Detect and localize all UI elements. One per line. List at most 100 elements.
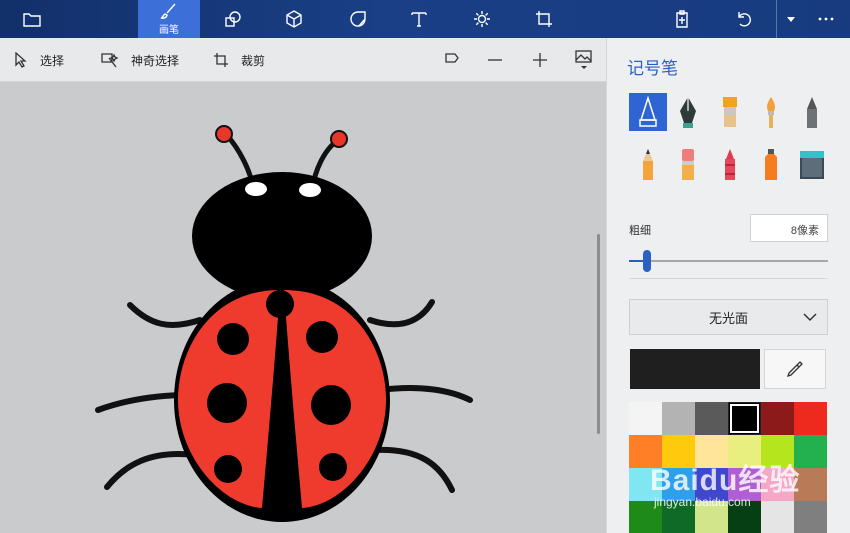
finish-value: 无光面 <box>708 310 748 326</box>
color-swatch[interactable] <box>629 435 662 468</box>
color-swatch[interactable] <box>794 468 827 501</box>
pointer-icon <box>15 52 27 68</box>
magic-select-icon <box>101 53 119 68</box>
color-swatch[interactable] <box>662 402 695 435</box>
brush-pencil[interactable] <box>629 145 667 183</box>
tab-canvas[interactable] <box>526 0 562 38</box>
brush-spray-can[interactable] <box>752 145 790 183</box>
plus-icon <box>533 53 547 67</box>
color-swatch[interactable] <box>629 501 662 533</box>
size-slider-thumb[interactable] <box>642 250 651 272</box>
size-slider-track[interactable] <box>629 260 828 262</box>
color-swatch[interactable] <box>794 402 827 435</box>
magic-select-button[interactable]: 神奇选择 <box>101 38 179 82</box>
chevron-down-icon <box>803 313 817 322</box>
calligraphy-pen-icon <box>680 97 696 128</box>
color-swatch[interactable] <box>629 468 662 501</box>
color-swatch[interactable] <box>695 468 728 501</box>
history-dropdown-button[interactable] <box>776 0 804 38</box>
tab-text[interactable] <box>401 0 437 38</box>
color-swatch[interactable] <box>728 501 761 533</box>
brush-crayon[interactable] <box>711 145 749 183</box>
image-view-icon <box>575 50 592 69</box>
more-icon <box>818 17 834 21</box>
eyedropper-button[interactable] <box>764 349 826 389</box>
color-swatch[interactable] <box>695 435 728 468</box>
tab-effects[interactable] <box>464 0 500 38</box>
undo-icon <box>738 12 751 27</box>
color-swatch[interactable] <box>728 468 761 501</box>
color-swatch[interactable] <box>662 435 695 468</box>
watercolor-icon <box>767 97 775 128</box>
brush-calligraphy-pen[interactable] <box>669 93 707 131</box>
color-swatch[interactable] <box>695 501 728 533</box>
color-swatch[interactable] <box>794 435 827 468</box>
crayon-icon <box>725 149 735 180</box>
size-input[interactable]: 8像素 <box>750 214 828 242</box>
minus-icon <box>488 59 502 61</box>
undo-button[interactable] <box>726 0 762 38</box>
zoom-out-button[interactable] <box>480 38 510 82</box>
zoom-in-button[interactable] <box>525 38 555 82</box>
select-label: 选择 <box>40 53 65 68</box>
spray-can-icon <box>765 149 777 180</box>
menu-folder-button[interactable] <box>14 0 50 38</box>
top-toolbar: 画笔 <box>0 0 850 38</box>
color-swatch[interactable] <box>761 501 794 533</box>
divider <box>629 278 828 279</box>
text-icon <box>411 12 427 27</box>
fill-bucket-icon <box>800 151 824 179</box>
color-swatch[interactable] <box>728 435 761 468</box>
crop-icon <box>214 53 228 67</box>
crop-button[interactable]: 裁剪 <box>213 38 265 82</box>
tab-brushes[interactable]: 画笔 <box>138 0 200 38</box>
more-button[interactable] <box>808 0 844 38</box>
current-color-swatch[interactable] <box>630 349 760 389</box>
oil-brush-icon <box>723 97 737 127</box>
tab-2d-shapes[interactable] <box>215 0 251 38</box>
finish-dropdown[interactable]: 无光面 <box>629 299 828 335</box>
chevron-down-icon <box>786 17 795 22</box>
eraser-icon <box>682 149 694 180</box>
flag-icon <box>445 53 459 63</box>
color-swatch[interactable] <box>662 468 695 501</box>
folder-icon <box>23 13 41 27</box>
brush-pixel-pen[interactable] <box>793 93 831 131</box>
selection-toolbar: 选择 神奇选择 裁剪 <box>0 38 606 82</box>
color-swatch[interactable] <box>728 402 761 435</box>
paste-icon <box>676 10 688 28</box>
size-label: 粗细 <box>629 225 651 237</box>
tab-stickers[interactable] <box>340 0 376 38</box>
color-swatch[interactable] <box>761 435 794 468</box>
pixel-pen-icon <box>807 97 817 128</box>
color-swatch[interactable] <box>761 468 794 501</box>
3d-shapes-icon <box>286 10 302 28</box>
paste-button[interactable] <box>664 0 700 38</box>
color-swatch[interactable] <box>662 501 695 533</box>
drawing-canvas[interactable] <box>0 82 606 533</box>
marker-icon <box>639 96 657 127</box>
eyedropper-icon <box>786 361 803 378</box>
select-button[interactable]: 选择 <box>14 38 64 82</box>
color-swatch[interactable] <box>629 402 662 435</box>
canvas-icon <box>536 11 552 27</box>
brush-fill-bucket[interactable] <box>793 145 831 183</box>
ladybug-drawing <box>95 125 473 522</box>
tab-brushes-label: 画笔 <box>159 25 179 36</box>
view-options-button[interactable] <box>569 38 599 82</box>
brush-marker[interactable] <box>629 93 667 131</box>
panel-title: 记号笔 <box>627 59 678 78</box>
color-swatch[interactable] <box>794 501 827 533</box>
color-swatch[interactable] <box>761 402 794 435</box>
2d-shapes-icon <box>225 11 241 27</box>
tab-3d-shapes[interactable] <box>276 0 312 38</box>
brush-icon <box>160 3 176 19</box>
pencil-icon <box>643 149 653 180</box>
brush-watercolor[interactable] <box>752 93 790 131</box>
brush-eraser[interactable] <box>669 145 707 183</box>
vertical-scrollbar[interactable] <box>597 234 600 434</box>
effects-icon <box>474 11 490 27</box>
flag-button[interactable] <box>437 38 467 82</box>
brush-oil[interactable] <box>711 93 749 131</box>
color-swatch[interactable] <box>695 402 728 435</box>
